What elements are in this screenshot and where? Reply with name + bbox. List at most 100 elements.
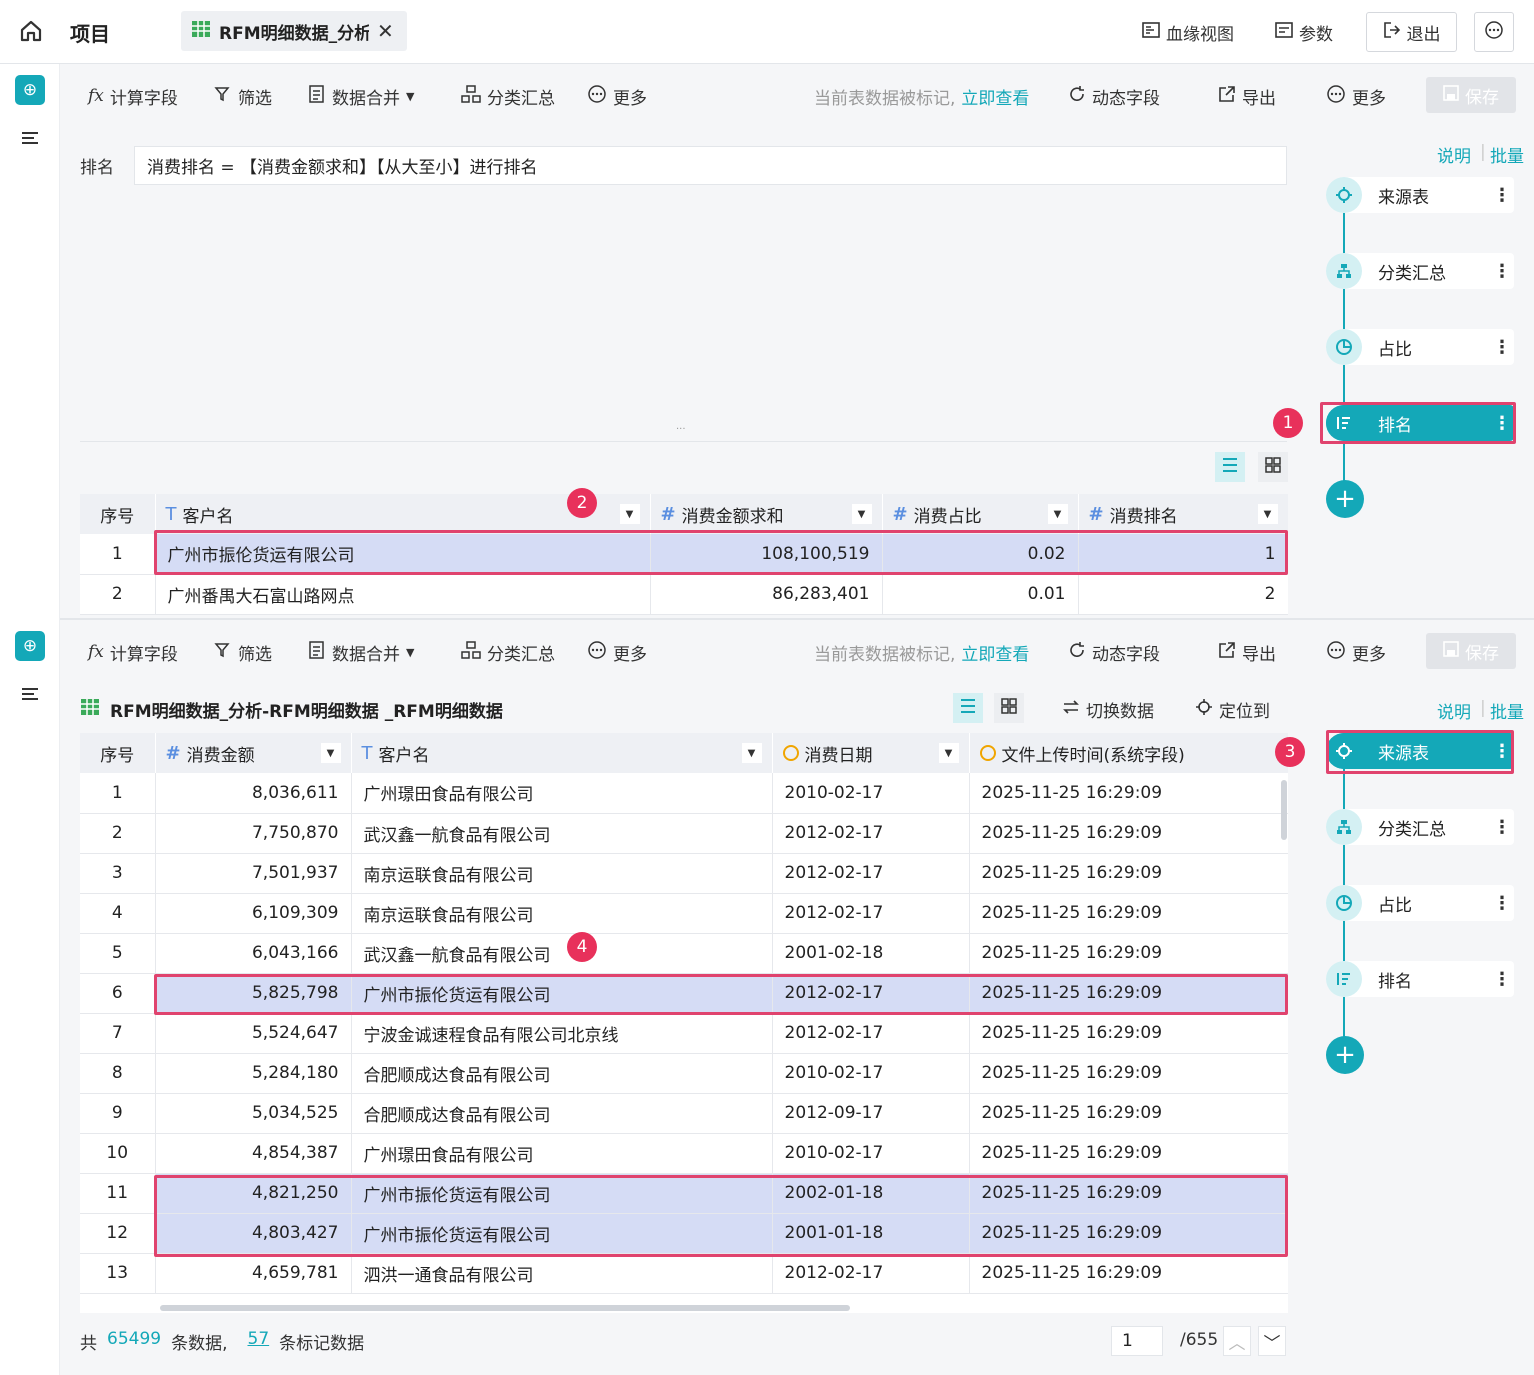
cell-upload-time[interactable]: 2025-11-25 16:29:09 bbox=[969, 1133, 1288, 1174]
vertical-scrollbar[interactable] bbox=[1281, 780, 1287, 840]
cell-date[interactable]: 2012-02-17 bbox=[772, 853, 970, 894]
cell-amount[interactable]: 7,501,937 bbox=[155, 853, 352, 894]
cell-upload-time[interactable]: 2025-11-25 16:29:09 bbox=[969, 973, 1288, 1014]
dropdown-icon[interactable]: ▼ bbox=[320, 743, 341, 763]
node-rank[interactable]: 排名 ⋮ bbox=[1326, 405, 1514, 441]
add-node-button[interactable]: + bbox=[1326, 1036, 1364, 1074]
kebab-icon[interactable]: ⋮ bbox=[1490, 413, 1514, 434]
cell-amount[interactable]: 86,283,401 bbox=[650, 574, 883, 615]
add-panel-button-top[interactable]: ⊕ bbox=[15, 75, 45, 105]
marked-count-link[interactable]: 57 bbox=[248, 1329, 270, 1354]
lineage-button[interactable]: 血缘视图 bbox=[1142, 20, 1234, 45]
col-share[interactable]: # 消费占比 ▼ bbox=[882, 494, 1079, 534]
cell-date[interactable]: 2001-02-18 bbox=[772, 933, 970, 974]
locate-button[interactable]: 定位到 bbox=[1195, 697, 1270, 722]
cell-customer[interactable]: 广州市振伦货运有限公司 bbox=[351, 1213, 773, 1254]
cell-upload-time[interactable]: 2025-11-25 16:29:09 bbox=[969, 1093, 1288, 1134]
cell-rank[interactable]: 2 bbox=[1078, 574, 1288, 615]
add-panel-button-bottom[interactable]: ⊕ bbox=[15, 631, 45, 661]
group-sum-button[interactable]: 分类汇总 bbox=[461, 64, 555, 128]
dropdown-icon[interactable]: ▼ bbox=[1047, 504, 1068, 524]
cell-customer[interactable]: 武汉鑫一航食品有限公司 bbox=[351, 933, 773, 974]
more-button[interactable]: 更多 bbox=[587, 64, 647, 128]
cell-date[interactable]: 2012-02-17 bbox=[772, 813, 970, 854]
more-button-right[interactable]: 更多 bbox=[1326, 64, 1386, 128]
save-button[interactable]: 保存 bbox=[1426, 77, 1516, 113]
page-input[interactable]: 1 bbox=[1111, 1326, 1163, 1356]
cell-amount[interactable]: 6,043,166 bbox=[155, 933, 352, 974]
cell-customer[interactable]: 广州市振伦货运有限公司 bbox=[351, 973, 773, 1014]
cell-upload-time[interactable]: 2025-11-25 16:29:09 bbox=[969, 1173, 1288, 1214]
node-group[interactable]: 分类汇总 ⋮ bbox=[1326, 253, 1514, 289]
cell-date[interactable]: 2012-02-17 bbox=[772, 973, 970, 1014]
cell-amount[interactable]: 5,825,798 bbox=[155, 973, 352, 1014]
merge-button[interactable]: 数据合并 ▼ bbox=[308, 620, 414, 684]
cell-customer[interactable]: 南京运联食品有限公司 bbox=[351, 893, 773, 934]
table-row[interactable]: 11 4,821,250 广州市振伦货运有限公司 2002-01-18 2025-11-… bbox=[80, 1173, 1288, 1214]
merge-button[interactable]: 数据合并 ▼ bbox=[308, 64, 414, 128]
cell-share[interactable]: 0.01 bbox=[882, 574, 1079, 615]
explain-link[interactable]: 说明 bbox=[1437, 698, 1471, 723]
kebab-icon[interactable]: ⋮ bbox=[1490, 741, 1514, 762]
cell-customer[interactable]: 合肥顺成达食品有限公司 bbox=[351, 1093, 773, 1134]
filter-button[interactable]: 筛选 bbox=[214, 620, 272, 684]
table-row[interactable]: 1 广州市振伦货运有限公司 108,100,519 0.02 1 bbox=[80, 534, 1288, 575]
batch-link[interactable]: 批量 bbox=[1490, 698, 1524, 723]
cell-share[interactable]: 0.02 bbox=[882, 534, 1079, 575]
kebab-icon[interactable]: ⋮ bbox=[1490, 893, 1514, 914]
table-row[interactable]: 7 5,524,647 宁波金诚速程食品有限公司北京线 2012-02-17 2025-… bbox=[80, 1013, 1288, 1054]
export-button[interactable]: 导出 bbox=[1218, 64, 1276, 128]
export-button[interactable]: 导出 bbox=[1218, 620, 1276, 684]
group-sum-button[interactable]: 分类汇总 bbox=[461, 620, 555, 684]
dropdown-icon[interactable]: ▼ bbox=[938, 743, 959, 763]
col-date[interactable]: 消费日期 ▼ bbox=[772, 733, 970, 773]
horizontal-scrollbar[interactable] bbox=[160, 1305, 850, 1311]
cell-upload-time[interactable]: 2025-11-25 16:29:09 bbox=[969, 1053, 1288, 1094]
cell-amount[interactable]: 8,036,611 bbox=[155, 773, 352, 814]
cell-date[interactable]: 2001-01-18 bbox=[772, 1213, 970, 1254]
cell-date[interactable]: 2010-02-17 bbox=[772, 1053, 970, 1094]
cell-customer[interactable]: 广州璟田食品有限公司 bbox=[351, 1133, 773, 1174]
outline-icon-bottom[interactable] bbox=[20, 686, 40, 709]
table-row[interactable]: 12 4,803,427 广州市振伦货运有限公司 2001-01-18 2025-11-… bbox=[80, 1213, 1288, 1254]
grid-view-toggle[interactable] bbox=[994, 693, 1024, 723]
grid-view-toggle[interactable] bbox=[1258, 452, 1288, 482]
cell-amount[interactable]: 4,854,387 bbox=[155, 1133, 352, 1174]
project-label[interactable]: 项目 bbox=[70, 18, 110, 47]
node-share[interactable]: 占比 ⋮ bbox=[1326, 885, 1514, 921]
tab-rfm[interactable]: RFM明细数据_分析 ✕ bbox=[181, 11, 407, 51]
dropdown-icon[interactable]: ▼ bbox=[851, 504, 872, 524]
cell-amount[interactable]: 6,109,309 bbox=[155, 893, 352, 934]
cell-customer[interactable]: 广州市振伦货运有限公司 bbox=[155, 534, 651, 575]
switch-data-button[interactable]: 切换数据 bbox=[1062, 697, 1154, 722]
cell-customer[interactable]: 广州市振伦货运有限公司 bbox=[351, 1173, 773, 1214]
col-upload-time[interactable]: 文件上传时间(系统字段) bbox=[969, 733, 1288, 773]
exit-button[interactable]: 退出 bbox=[1366, 12, 1457, 52]
cell-date[interactable]: 2012-09-17 bbox=[772, 1093, 970, 1134]
cell-upload-time[interactable]: 2025-11-25 16:29:09 bbox=[969, 893, 1288, 934]
node-group[interactable]: 分类汇总 ⋮ bbox=[1326, 809, 1514, 845]
node-rank[interactable]: 排名 ⋮ bbox=[1326, 961, 1514, 997]
splitter-handle[interactable]: ··· bbox=[676, 424, 686, 435]
cell-rank[interactable]: 1 bbox=[1078, 534, 1288, 575]
cell-amount[interactable]: 4,659,781 bbox=[155, 1253, 352, 1294]
save-button[interactable]: 保存 bbox=[1426, 633, 1516, 669]
kebab-icon[interactable]: ⋮ bbox=[1490, 817, 1514, 838]
cell-customer[interactable]: 合肥顺成达食品有限公司 bbox=[351, 1053, 773, 1094]
cell-customer[interactable]: 广州番禺大石富山路网点 bbox=[155, 574, 651, 615]
calc-field-button[interactable]: fx 计算字段 bbox=[88, 64, 178, 128]
cell-date[interactable]: 2010-02-17 bbox=[772, 1133, 970, 1174]
cell-upload-time[interactable]: 2025-11-25 16:29:09 bbox=[969, 1253, 1288, 1294]
batch-link[interactable]: 批量 bbox=[1490, 142, 1524, 167]
page-down-button[interactable]: ﹀ bbox=[1258, 1326, 1286, 1356]
col-rank[interactable]: # 消费排名 ▼ bbox=[1078, 494, 1288, 534]
dropdown-icon[interactable]: ▼ bbox=[1257, 504, 1278, 524]
table-row[interactable]: 9 5,034,525 合肥顺成达食品有限公司 2012-09-17 2025-11-2… bbox=[80, 1093, 1288, 1134]
view-now-link[interactable]: 立即查看 bbox=[961, 640, 1029, 665]
row-view-toggle[interactable] bbox=[1215, 452, 1245, 482]
close-icon[interactable]: ✕ bbox=[377, 19, 394, 43]
table-row[interactable]: 10 4,854,387 广州璟田食品有限公司 2010-02-17 2025-11-2… bbox=[80, 1133, 1288, 1174]
row-view-toggle[interactable] bbox=[953, 693, 983, 723]
cell-date[interactable]: 2012-02-17 bbox=[772, 1253, 970, 1294]
more-button-right[interactable]: 更多 bbox=[1326, 620, 1386, 684]
